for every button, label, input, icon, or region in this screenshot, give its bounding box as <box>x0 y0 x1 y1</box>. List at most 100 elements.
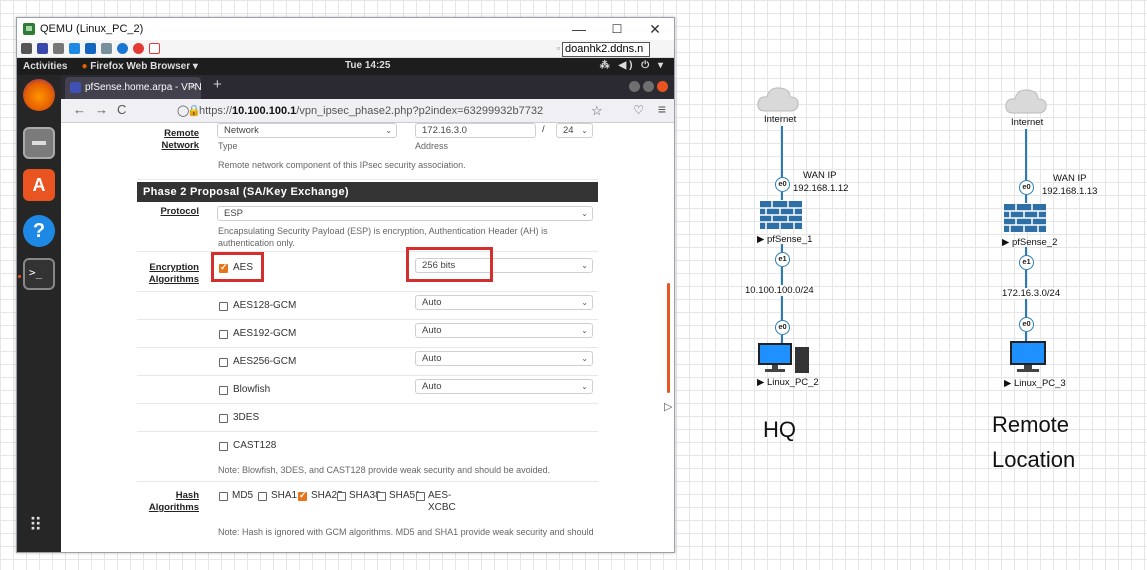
minimize-button[interactable]: — <box>560 18 598 40</box>
pocket-icon[interactable]: ♡ <box>633 103 644 117</box>
aes256gcm-checkbox[interactable] <box>219 358 228 367</box>
chevron-down-icon: ⌄ <box>581 326 588 335</box>
files-icon[interactable] <box>23 127 55 159</box>
help-icon[interactable]: ? <box>23 215 55 247</box>
page-content: Remote Network Network ⌄ Type 172.16.3.0… <box>61 123 674 552</box>
fullscreen-icon[interactable] <box>37 43 48 54</box>
aes128gcm-key-length-select[interactable]: Auto ⌄ <box>415 295 593 310</box>
hamburger-menu-icon[interactable]: ≡ <box>658 101 666 117</box>
chevron-down-icon: ⌄ <box>581 382 588 391</box>
label-line: XCBC <box>428 502 456 513</box>
show-applications-icon[interactable]: ⠿ <box>29 516 49 542</box>
tab-pfsense[interactable]: pfSense.home.arpa - VPN × <box>65 77 201 99</box>
cast128-checkbox[interactable] <box>219 442 228 451</box>
reload-button[interactable]: C <box>117 102 126 117</box>
gear-icon[interactable] <box>53 43 64 54</box>
label-line: Algorithms <box>148 274 199 285</box>
minimize-icon[interactable] <box>629 81 640 92</box>
help-line: authentication only. <box>218 238 295 248</box>
new-tab-button[interactable]: + <box>213 76 222 93</box>
activities-button[interactable]: Activities <box>23 61 67 72</box>
sha256-checkbox[interactable] <box>298 490 307 501</box>
close-icon[interactable] <box>657 81 668 92</box>
label-line: AES- <box>428 490 452 501</box>
md5-label: MD5 <box>232 490 254 501</box>
blowfish-checkbox[interactable] <box>219 386 228 395</box>
url-bar[interactable]: ◯ 🔒 https://10.100.100.1/vpn_ipsec_phase… <box>173 102 591 120</box>
chevron-down-icon: ⌄ <box>385 126 392 135</box>
close-button[interactable]: ✕ <box>636 18 674 40</box>
tab-bar: pfSense.home.arpa - VPN × + <box>61 75 674 99</box>
hq-wan-ip-label: WAN IP <box>803 170 837 181</box>
refresh-icon[interactable] <box>69 43 80 54</box>
page-scrollbar[interactable] <box>667 283 670 393</box>
sha384-checkbox[interactable] <box>337 492 346 501</box>
computer-icon <box>1010 341 1046 372</box>
site-label-line: Remote <box>992 412 1070 437</box>
blowfish-label: Blowfish <box>233 384 271 395</box>
encryption-weak-note: Note: Blowfish, 3DES, and CAST128 provid… <box>218 465 551 475</box>
type-caption: Type <box>218 141 238 151</box>
info-icon[interactable] <box>117 43 128 54</box>
aes192gcm-key-length-select[interactable]: Auto ⌄ <box>415 323 593 338</box>
app-menu[interactable]: ● Firefox Web Browser ▾ <box>81 61 197 72</box>
clipboard-icon[interactable] <box>149 43 160 54</box>
cast128-label: CAST128 <box>233 440 277 451</box>
aes128gcm-checkbox[interactable] <box>219 302 228 311</box>
hq-site-label: HQ <box>763 417 796 442</box>
lock-icon[interactable]: 🔒 <box>187 102 201 120</box>
settings-icon[interactable] <box>21 43 32 54</box>
chevron-down-icon: ⌄ <box>581 126 588 135</box>
label-line: Algorithms <box>148 502 199 513</box>
protocol-help: Encapsulating Security Payload (ESP) is … <box>218 225 548 249</box>
aes192gcm-row: AES192-GCM Auto ⌄ <box>137 320 598 348</box>
aes192gcm-checkbox[interactable] <box>219 330 228 339</box>
aes256gcm-key-length-select[interactable]: Auto ⌄ <box>415 351 593 366</box>
hq-e1-port: e1 <box>775 252 790 267</box>
sha512-checkbox[interactable] <box>377 492 386 501</box>
stop-icon[interactable] <box>133 43 144 54</box>
sha1-checkbox[interactable] <box>258 492 267 501</box>
back-button[interactable]: ← <box>73 102 86 117</box>
protocol-select[interactable]: ESP ⌄ <box>217 206 593 221</box>
sha1-label: SHA1 <box>271 490 298 501</box>
download-icon[interactable] <box>101 43 112 54</box>
tab-close-icon[interactable]: × <box>190 77 196 99</box>
md5-checkbox[interactable] <box>219 492 228 501</box>
cidr-slash: / <box>542 124 545 135</box>
software-store-icon[interactable]: A <box>23 169 55 201</box>
aesxcbc-label: AES- XCBC <box>428 490 456 514</box>
blowfish-key-length-select[interactable]: Auto ⌄ <box>415 379 593 394</box>
bookmark-star-icon[interactable]: ☆ <box>591 103 603 119</box>
terminal-icon[interactable]: >_ <box>23 258 55 290</box>
maximize-icon[interactable] <box>643 81 654 92</box>
forward-button[interactable]: → <box>95 102 108 117</box>
aes128gcm-label: AES128-GCM <box>233 300 297 311</box>
blowfish-row: Blowfish Auto ⌄ <box>137 376 598 404</box>
clock[interactable]: Tue 14:25 <box>345 60 390 71</box>
system-menu[interactable]: ⁂ ◀) ⏻ ▾ <box>600 60 666 71</box>
remote-mask-select[interactable]: 24 ⌄ <box>556 123 593 138</box>
encryption-algorithms-label: Encryption Algorithms <box>137 262 199 286</box>
remote-e1-port: e1 <box>1019 255 1034 270</box>
internet-cloud-icon <box>757 87 799 112</box>
url-text: https://10.100.100.1/vpn_ipsec_phase2.ph… <box>199 105 543 117</box>
remote-network-type-select[interactable]: Network ⌄ <box>217 123 397 138</box>
host-address-field[interactable]: doanhk2.ddns.n <box>562 42 650 57</box>
firefox-icon[interactable] <box>23 79 55 111</box>
protocol-row: Protocol ESP ⌄ Encapsulating Security Pa… <box>137 202 598 252</box>
windows-icon[interactable] <box>85 43 96 54</box>
pfsense-1-label: ▶ pfSense_1 <box>757 234 813 245</box>
firewall-icon <box>1004 204 1046 232</box>
3des-checkbox[interactable] <box>219 414 228 423</box>
select-value: 24 <box>563 125 574 136</box>
internet-cloud-icon <box>1005 89 1047 114</box>
remote-network-help: Remote network component of this IPsec s… <box>218 160 466 170</box>
label-line: Encryption <box>149 262 199 273</box>
qemu-titlebar: QEMU (Linux_PC_2) — ☐ ✕ <box>17 18 674 40</box>
input-value: 172.16.3.0 <box>422 125 467 136</box>
maximize-button[interactable]: ☐ <box>598 18 636 40</box>
remote-address-input[interactable]: 172.16.3.0 <box>415 123 536 138</box>
hq-lan-network: 10.100.100.0/24 <box>745 285 814 296</box>
aesxcbc-checkbox[interactable] <box>416 492 425 501</box>
